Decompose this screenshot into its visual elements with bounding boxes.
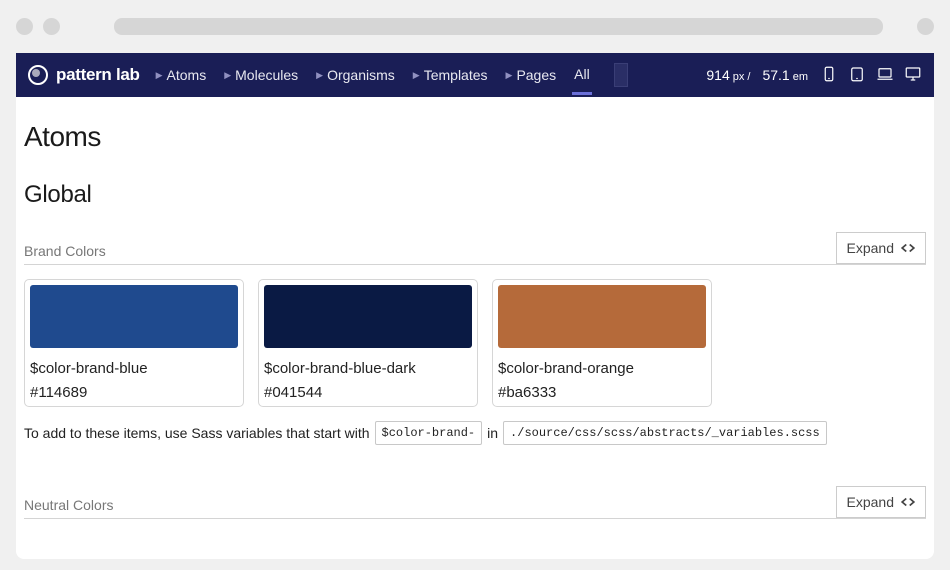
viewport-dimensions: 914 px / 57.1 em [706, 67, 808, 83]
chrome-dot [16, 18, 33, 35]
swatch-color [30, 285, 238, 348]
nav-item-pages[interactable]: ▶ Pages [506, 67, 557, 83]
mobile-icon[interactable] [820, 65, 838, 86]
caret-right-icon: ▶ [224, 70, 231, 81]
swatch-var: $color-brand-orange [498, 360, 706, 377]
swatch-color [264, 285, 472, 348]
caret-right-icon: ▶ [413, 70, 420, 81]
nav-item-label: Pages [516, 67, 556, 83]
swatch-color [498, 285, 706, 348]
code-icon [901, 242, 915, 254]
chrome-dot [917, 18, 934, 35]
viewport-size-input[interactable] [614, 63, 628, 87]
logo-text: pattern lab [56, 65, 140, 85]
swatch-hex: #ba6333 [498, 384, 706, 401]
nav-all-label: All [574, 66, 590, 82]
swatch-brand-orange: $color-brand-orange #ba6333 [492, 279, 712, 407]
caret-right-icon: ▶ [156, 70, 163, 81]
page-title: Atoms [24, 121, 926, 153]
section-neutral-colors: Neutral Colors Expand [24, 485, 926, 519]
browser-chrome [0, 0, 950, 53]
expand-label: Expand [847, 240, 894, 256]
expand-button[interactable]: Expand [836, 486, 926, 518]
device-icons [820, 65, 922, 86]
swatch-brand-blue: $color-brand-blue #114689 [24, 279, 244, 407]
content-area: Atoms Global Brand Colors Expand $color-… [16, 97, 934, 559]
instruction-text: To add to these items, use Sass variable… [24, 421, 926, 445]
swatch-var: $color-brand-blue-dark [264, 360, 472, 377]
nav-item-label: Organisms [327, 67, 395, 83]
section-label: Brand Colors [24, 243, 106, 263]
url-bar[interactable] [114, 18, 883, 35]
code-icon [901, 496, 915, 508]
expand-label: Expand [847, 494, 894, 510]
nav-item-organisms[interactable]: ▶ Organisms [316, 67, 395, 83]
nav-all[interactable]: All [574, 66, 590, 85]
code-inline: ./source/css/scss/abstracts/_variables.s… [503, 421, 827, 445]
caret-right-icon: ▶ [506, 70, 513, 81]
nav-item-atoms[interactable]: ▶ Atoms [156, 67, 207, 83]
tablet-icon[interactable] [848, 65, 866, 86]
instruction-mid: in [487, 425, 498, 441]
swatch-hex: #114689 [30, 384, 238, 401]
px-value: 914 [706, 67, 729, 83]
desktop-icon[interactable] [904, 65, 922, 86]
em-unit: em [793, 71, 808, 83]
logo[interactable]: pattern lab [28, 65, 140, 85]
logo-icon [28, 65, 48, 85]
nav-item-label: Atoms [167, 67, 207, 83]
section-label: Neutral Colors [24, 497, 113, 517]
nav-item-label: Templates [424, 67, 488, 83]
expand-button[interactable]: Expand [836, 232, 926, 264]
nav-items: ▶ Atoms ▶ Molecules ▶ Organisms ▶ Templa… [156, 63, 628, 87]
instruction-prefix: To add to these items, use Sass variable… [24, 425, 370, 441]
page-subtitle: Global [24, 181, 926, 209]
em-value: 57.1 [762, 67, 789, 83]
nav-item-label: Molecules [235, 67, 298, 83]
chrome-dot [43, 18, 60, 35]
app-header: pattern lab ▶ Atoms ▶ Molecules ▶ Organi… [16, 53, 934, 97]
swatch-var: $color-brand-blue [30, 360, 238, 377]
brand-swatches: $color-brand-blue #114689 $color-brand-b… [24, 279, 926, 407]
swatch-brand-blue-dark: $color-brand-blue-dark #041544 [258, 279, 478, 407]
section-brand-colors: Brand Colors Expand [24, 231, 926, 265]
swatch-hex: #041544 [264, 384, 472, 401]
caret-right-icon: ▶ [316, 70, 323, 81]
laptop-icon[interactable] [876, 65, 894, 86]
code-inline: $color-brand- [375, 421, 483, 445]
px-unit: px / [733, 71, 751, 83]
nav-item-templates[interactable]: ▶ Templates [413, 67, 488, 83]
nav-item-molecules[interactable]: ▶ Molecules [224, 67, 298, 83]
